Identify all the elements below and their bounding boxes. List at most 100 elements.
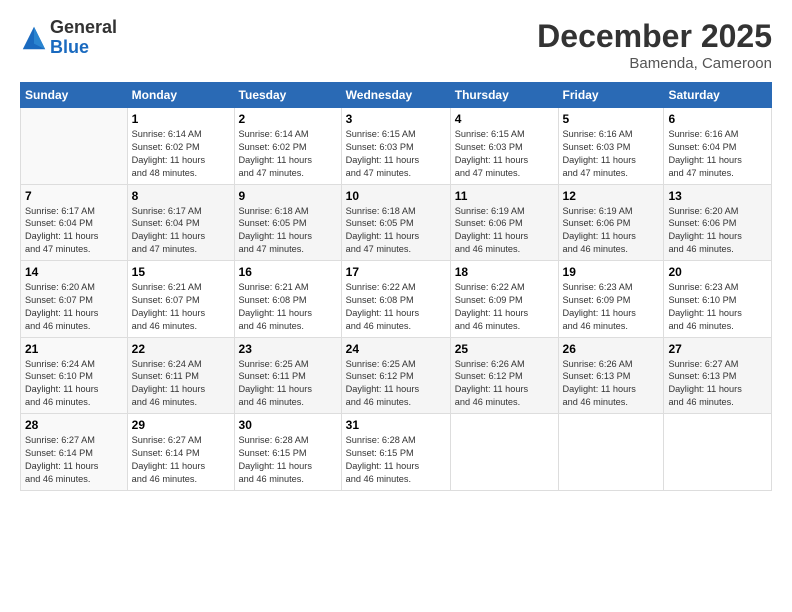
calendar-cell: 31 Sunrise: 6:28 AM Sunset: 6:15 PM Dayli… [341, 414, 450, 491]
day-info: Sunrise: 6:27 AM Sunset: 6:14 PM Dayligh… [25, 434, 123, 486]
day-number: 13 [668, 189, 767, 203]
day-number: 31 [346, 418, 446, 432]
calendar-cell: 7 Sunrise: 6:17 AM Sunset: 6:04 PM Daylig… [21, 184, 128, 261]
day-number: 12 [563, 189, 660, 203]
calendar-cell: 5Sunrise: 6:16 AM Sunset: 6:03 PM Daylig… [558, 108, 664, 185]
day-info: Sunrise: 6:17 AM Sunset: 6:04 PM Dayligh… [25, 205, 123, 257]
day-info: Sunrise: 6:24 AM Sunset: 6:10 PM Dayligh… [25, 358, 123, 410]
day-number: 3 [346, 112, 446, 126]
logo-general: General [50, 18, 117, 38]
day-info: Sunrise: 6:21 AM Sunset: 6:08 PM Dayligh… [239, 281, 337, 333]
day-number: 16 [239, 265, 337, 279]
col-header-wednesday: Wednesday [341, 83, 450, 108]
location: Bamenda, Cameroon [537, 55, 772, 72]
day-number: 28 [25, 418, 123, 432]
day-info: Sunrise: 6:28 AM Sunset: 6:15 PM Dayligh… [239, 434, 337, 486]
week-row-1: 1 Sunrise: 6:14 AM Sunset: 6:02 PM Daylig… [21, 108, 772, 185]
logo-blue: Blue [50, 38, 117, 58]
day-number: 24 [346, 342, 446, 356]
day-info: Sunrise: 6:27 AM Sunset: 6:14 PM Dayligh… [132, 434, 230, 486]
day-number: 2 [239, 112, 337, 126]
calendar-cell: 22 Sunrise: 6:24 AM Sunset: 6:11 PM Dayli… [127, 337, 234, 414]
col-header-sunday: Sunday [21, 83, 128, 108]
day-number: 27 [668, 342, 767, 356]
calendar-cell: 6 Sunrise: 6:16 AM Sunset: 6:04 PM Daylig… [664, 108, 772, 185]
calendar-cell: 19 Sunrise: 6:23 AM Sunset: 6:09 PM Dayli… [558, 261, 664, 338]
calendar-cell: 21 Sunrise: 6:24 AM Sunset: 6:10 PM Dayli… [21, 337, 128, 414]
calendar-cell: 29Sunrise: 6:27 AM Sunset: 6:14 PM Dayli… [127, 414, 234, 491]
day-number: 22 [132, 342, 230, 356]
week-row-4: 21 Sunrise: 6:24 AM Sunset: 6:10 PM Dayli… [21, 337, 772, 414]
col-header-thursday: Thursday [450, 83, 558, 108]
title-block: December 2025 Bamenda, Cameroon [537, 18, 772, 72]
header: General Blue December 2025 Bamenda, Came… [20, 18, 772, 72]
day-number: 6 [668, 112, 767, 126]
day-info: Sunrise: 6:24 AM Sunset: 6:11 PM Dayligh… [132, 358, 230, 410]
calendar-cell: 2 Sunrise: 6:14 AM Sunset: 6:02 PM Daylig… [234, 108, 341, 185]
calendar-cell: 24 Sunrise: 6:25 AM Sunset: 6:12 PM Dayli… [341, 337, 450, 414]
calendar-cell: 14Sunrise: 6:20 AM Sunset: 6:07 PM Dayli… [21, 261, 128, 338]
header-row: SundayMondayTuesdayWednesdayThursdayFrid… [21, 83, 772, 108]
calendar-cell [664, 414, 772, 491]
calendar-cell [450, 414, 558, 491]
col-header-tuesday: Tuesday [234, 83, 341, 108]
calendar-cell: 13 Sunrise: 6:20 AM Sunset: 6:06 PM Dayli… [664, 184, 772, 261]
col-header-saturday: Saturday [664, 83, 772, 108]
day-number: 18 [455, 265, 554, 279]
day-number: 9 [239, 189, 337, 203]
day-number: 23 [239, 342, 337, 356]
calendar-cell: 27 Sunrise: 6:27 AM Sunset: 6:13 PM Dayli… [664, 337, 772, 414]
day-info: Sunrise: 6:14 AM Sunset: 6:02 PM Dayligh… [239, 128, 337, 180]
logo-icon [20, 24, 48, 52]
day-number: 10 [346, 189, 446, 203]
calendar-cell: 26Sunrise: 6:26 AM Sunset: 6:13 PM Dayli… [558, 337, 664, 414]
day-number: 25 [455, 342, 554, 356]
calendar-cell: 8 Sunrise: 6:17 AM Sunset: 6:04 PM Daylig… [127, 184, 234, 261]
calendar-cell: 11 Sunrise: 6:19 AM Sunset: 6:06 PM Dayli… [450, 184, 558, 261]
week-row-3: 14Sunrise: 6:20 AM Sunset: 6:07 PM Dayli… [21, 261, 772, 338]
calendar-cell [21, 108, 128, 185]
day-number: 20 [668, 265, 767, 279]
day-info: Sunrise: 6:19 AM Sunset: 6:06 PM Dayligh… [455, 205, 554, 257]
week-row-5: 28 Sunrise: 6:27 AM Sunset: 6:14 PM Dayli… [21, 414, 772, 491]
calendar-cell: 4Sunrise: 6:15 AM Sunset: 6:03 PM Daylig… [450, 108, 558, 185]
day-info: Sunrise: 6:14 AM Sunset: 6:02 PM Dayligh… [132, 128, 230, 180]
logo: General Blue [20, 18, 117, 58]
day-number: 5 [563, 112, 660, 126]
day-info: Sunrise: 6:21 AM Sunset: 6:07 PM Dayligh… [132, 281, 230, 333]
day-info: Sunrise: 6:16 AM Sunset: 6:04 PM Dayligh… [668, 128, 767, 180]
day-number: 14 [25, 265, 123, 279]
day-number: 21 [25, 342, 123, 356]
calendar-cell: 30 Sunrise: 6:28 AM Sunset: 6:15 PM Dayli… [234, 414, 341, 491]
day-info: Sunrise: 6:25 AM Sunset: 6:12 PM Dayligh… [346, 358, 446, 410]
day-info: Sunrise: 6:18 AM Sunset: 6:05 PM Dayligh… [239, 205, 337, 257]
month-title: December 2025 [537, 18, 772, 55]
day-info: Sunrise: 6:23 AM Sunset: 6:10 PM Dayligh… [668, 281, 767, 333]
calendar-cell: 9 Sunrise: 6:18 AM Sunset: 6:05 PM Daylig… [234, 184, 341, 261]
calendar-cell: 3Sunrise: 6:15 AM Sunset: 6:03 PM Daylig… [341, 108, 450, 185]
day-number: 15 [132, 265, 230, 279]
col-header-monday: Monday [127, 83, 234, 108]
day-number: 7 [25, 189, 123, 203]
calendar-cell: 25Sunrise: 6:26 AM Sunset: 6:12 PM Dayli… [450, 337, 558, 414]
day-info: Sunrise: 6:17 AM Sunset: 6:04 PM Dayligh… [132, 205, 230, 257]
calendar-cell [558, 414, 664, 491]
day-info: Sunrise: 6:18 AM Sunset: 6:05 PM Dayligh… [346, 205, 446, 257]
day-info: Sunrise: 6:27 AM Sunset: 6:13 PM Dayligh… [668, 358, 767, 410]
day-number: 30 [239, 418, 337, 432]
calendar-cell: 20 Sunrise: 6:23 AM Sunset: 6:10 PM Dayli… [664, 261, 772, 338]
day-info: Sunrise: 6:20 AM Sunset: 6:06 PM Dayligh… [668, 205, 767, 257]
calendar-cell: 16 Sunrise: 6:21 AM Sunset: 6:08 PM Dayli… [234, 261, 341, 338]
day-info: Sunrise: 6:28 AM Sunset: 6:15 PM Dayligh… [346, 434, 446, 486]
day-info: Sunrise: 6:26 AM Sunset: 6:13 PM Dayligh… [563, 358, 660, 410]
calendar-cell: 10 Sunrise: 6:18 AM Sunset: 6:05 PM Dayli… [341, 184, 450, 261]
day-info: Sunrise: 6:23 AM Sunset: 6:09 PM Dayligh… [563, 281, 660, 333]
calendar-cell: 1 Sunrise: 6:14 AM Sunset: 6:02 PM Daylig… [127, 108, 234, 185]
day-number: 8 [132, 189, 230, 203]
day-number: 19 [563, 265, 660, 279]
calendar-cell: 28 Sunrise: 6:27 AM Sunset: 6:14 PM Dayli… [21, 414, 128, 491]
day-info: Sunrise: 6:15 AM Sunset: 6:03 PM Dayligh… [455, 128, 554, 180]
day-number: 1 [132, 112, 230, 126]
day-number: 11 [455, 189, 554, 203]
calendar-cell: 17Sunrise: 6:22 AM Sunset: 6:08 PM Dayli… [341, 261, 450, 338]
